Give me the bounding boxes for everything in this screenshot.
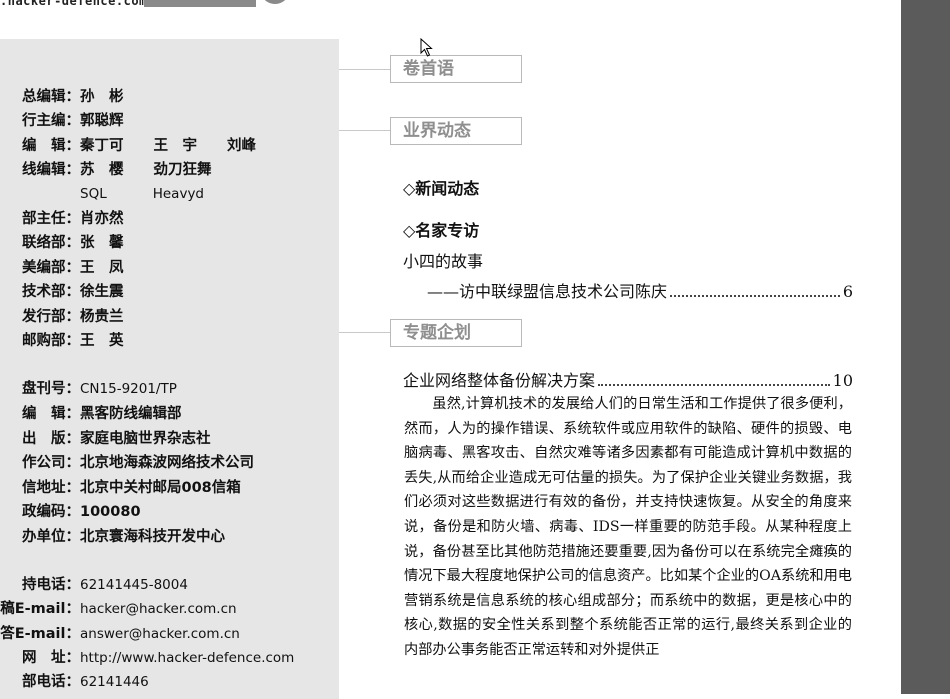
masthead-label: 答E-mail：: [0, 626, 80, 642]
connector-line: [339, 130, 390, 131]
masthead-value: 北京地海森波网络技术公司: [80, 455, 254, 471]
site-url: .hacker-defence.com: [0, 0, 147, 8]
masthead-label: 线编辑：: [22, 162, 80, 178]
masthead-label: 网 址：: [22, 650, 80, 666]
masthead-label: 邮购部：: [22, 333, 80, 349]
connector-line: [339, 69, 390, 70]
masthead-label: 作公司：: [22, 455, 80, 471]
masthead-label: 编 辑：: [22, 138, 80, 154]
toc-leader: [598, 384, 830, 386]
masthead-value: http://www.hacker-defence.com: [80, 650, 295, 666]
section-title: 业界动态: [403, 121, 471, 141]
masthead-value: hacker@hacker.com.cn: [80, 601, 237, 617]
toc-leader: [670, 295, 840, 297]
masthead-label: 部电话：: [22, 674, 80, 690]
masthead-value-1: 秦丁可: [80, 138, 124, 154]
masthead-value-1: SQL: [80, 186, 107, 202]
toc-entry-title: ——访中联绿盟信息技术公司陈庆: [427, 282, 668, 301]
toc-entry[interactable]: ——访中联绿盟信息技术公司陈庆 6: [427, 278, 853, 302]
masthead-value: 王 凤: [80, 260, 124, 276]
toc-entry-title: 企业网络整体备份解决方案: [403, 371, 596, 390]
connector-line: [339, 332, 390, 333]
masthead-label: 持电话：: [22, 577, 80, 593]
masthead-label: 办单位：: [22, 529, 80, 545]
section-title: 卷首语: [403, 59, 454, 79]
masthead-value: 徐生震: [80, 284, 124, 300]
toc-story-title: 小四的故事: [403, 252, 484, 271]
masthead-value: 张 馨: [80, 235, 124, 251]
masthead-value: 北京中关村邮局008信箱: [80, 480, 241, 496]
masthead-value: 黑客防线编辑部: [80, 406, 182, 422]
masthead-label: 联络部：: [22, 235, 80, 251]
masthead-label: 政编码：: [22, 504, 80, 520]
masthead-value: 郭聪辉: [80, 113, 124, 129]
masthead-label: 稿E-mail：: [0, 601, 80, 617]
masthead-label: 盘刊号：: [22, 381, 80, 397]
masthead-value-2: 劲刀狂舞: [153, 162, 212, 178]
masthead-value: 孙 彬: [80, 89, 124, 105]
toc-subhead-interview: ◇名家专访: [403, 221, 480, 240]
masthead-value: SQL Heavyd: [80, 183, 204, 205]
toc-page-number: 6: [842, 282, 853, 301]
feature-summary-text: 虽然,计算机技术的发展给人们的日常生活和工作提供了很多便利，然而，人为的操作错误…: [404, 396, 852, 658]
masthead-value-3: 刘峰: [227, 138, 256, 154]
toc-page-number: 10: [832, 371, 853, 390]
masthead-label: 技术部：: [22, 284, 80, 300]
section-header-feature: 专题企划: [390, 319, 522, 347]
masthead-value: answer@hacker.com.cn: [80, 626, 240, 642]
masthead-label: 部主任：: [22, 211, 80, 227]
masthead-value: 秦丁可 王 宇 刘峰: [80, 135, 256, 157]
masthead-value-1: 苏 樱: [80, 162, 124, 178]
masthead-label: 信地址：: [22, 480, 80, 496]
masthead-value: 北京寰海科技开发中心: [80, 529, 225, 545]
header-tab: [144, 0, 256, 7]
section-header-industry-news: 业界动态: [390, 117, 522, 145]
viewer-margin: [901, 0, 950, 694]
masthead-label: 美编部：: [22, 260, 80, 276]
masthead-label: 编 辑：: [22, 406, 80, 422]
masthead-value: 62141446: [80, 674, 149, 690]
masthead-value: 苏 樱 劲刀狂舞: [80, 159, 212, 181]
masthead-value: 杨贵兰: [80, 309, 124, 325]
masthead-label: 行主编：: [22, 113, 80, 129]
masthead-value: 100080: [80, 504, 141, 520]
masthead-value: CN15-9201/TP: [80, 381, 177, 397]
masthead-value: 62141445-8004: [80, 577, 188, 593]
masthead-label: 出 版：: [22, 431, 80, 447]
mouse-cursor-icon: [420, 38, 433, 57]
feature-summary: 虽然,计算机技术的发展给人们的日常生活和工作提供了很多便利，然而，人为的操作错误…: [404, 392, 852, 663]
masthead-label: 总编辑：: [22, 89, 80, 105]
masthead-value: 王 英: [80, 333, 124, 349]
header-circle: [260, 0, 290, 4]
masthead-value-2: Heavyd: [152, 186, 204, 202]
masthead-value: 肖亦然: [80, 211, 124, 227]
masthead-value: 家庭电脑世界杂志社: [80, 431, 211, 447]
masthead-label: 发行部：: [22, 309, 80, 325]
masthead-value-2: 王 宇: [153, 138, 198, 154]
section-header-foreword: 卷首语: [390, 55, 522, 83]
toc-subhead-news: ◇新闻动态: [403, 179, 480, 198]
toc-entry[interactable]: 企业网络整体备份解决方案 10: [403, 367, 853, 391]
masthead-panel: 总编辑： 孙 彬 行主编： 郭聪辉 编 辑： 秦丁可 王 宇 刘峰 线编辑： 苏 樱…: [0, 39, 339, 699]
section-title: 专题企划: [403, 323, 471, 343]
